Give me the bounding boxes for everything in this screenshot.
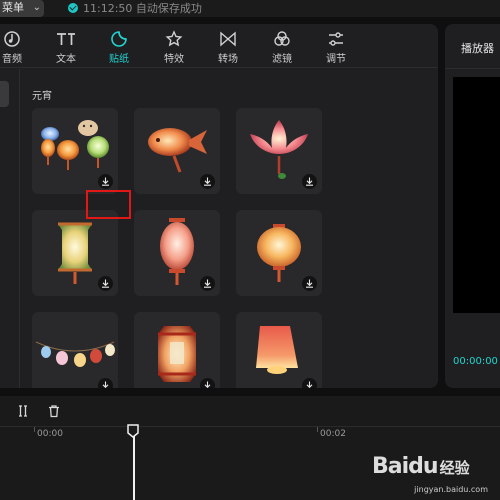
ruler-label: 00:00 [37,429,63,439]
sticker-green-hexagon-lantern[interactable] [32,210,118,296]
download-icon [306,381,313,388]
sticker-pink-oval-lantern[interactable] [134,210,220,296]
sticker-lantern-cluster[interactable] [32,108,118,194]
sticker-sky-lantern[interactable] [236,312,322,388]
tab-audio[interactable]: 音频 [0,30,32,66]
download-button[interactable] [98,174,113,189]
download-icon [204,279,211,288]
watermark-brand: Baidu [372,454,439,479]
download-button[interactable] [200,174,215,189]
player-divider [445,68,500,69]
playhead-handle-icon[interactable] [127,424,139,438]
sticker-koi-lantern[interactable] [134,108,220,194]
tab-adjust[interactable]: 调节 [316,30,356,66]
download-button[interactable] [302,174,317,189]
section-title: 元宵 [32,91,52,102]
sticker-string-of-lanterns[interactable] [32,312,118,388]
ruler-label: 00:02 [320,429,346,439]
resource-panel: 音频 文本 贴纸 特效 转场 滤镜 调节 元宵 [0,24,438,388]
download-button[interactable] [200,276,215,291]
download-button[interactable] [98,378,113,388]
tab-transition[interactable]: 转场 [208,30,248,66]
trash-icon [49,405,59,418]
menu-button[interactable]: 菜单 ⌄ [0,0,44,17]
tab-label: 转场 [218,54,238,65]
filter-icon [274,31,290,46]
download-highlight-box [86,190,131,219]
ruler-tick [34,427,35,432]
chevron-down-icon: ⌄ [32,2,41,13]
sticker-round-orange-lantern[interactable] [236,210,322,296]
tab-label: 贴纸 [109,54,129,65]
category-sidebar [0,69,20,388]
download-button[interactable] [98,276,113,291]
sticker-icon [111,31,127,47]
palace-lantern-image [158,326,196,382]
player-timecode: 00:00:00 [453,356,498,367]
download-button[interactable] [200,378,215,388]
category-tabs: 音频 文本 贴纸 特效 转场 滤镜 调节 [0,24,438,68]
download-icon [204,177,211,186]
tab-label: 音频 [2,54,22,65]
download-icon [102,279,109,288]
string-of-lanterns-image [35,341,115,367]
check-circle-icon [68,3,78,13]
tab-sticker[interactable]: 贴纸 [99,30,139,66]
autosave-status: 11:12:50 自动保存成功 [68,1,202,16]
sidebar-selected-item[interactable] [0,81,9,107]
time-ruler[interactable]: 00:00 00:02 [0,426,500,440]
music-note-icon [4,31,20,47]
split-icon [19,405,27,417]
watermark-cn: 经验 [439,459,470,477]
sticker-palace-lantern[interactable] [134,312,220,388]
ruler-tick [317,427,318,432]
tab-label: 滤镜 [272,54,292,65]
split-button[interactable] [16,403,30,422]
download-icon [102,381,109,388]
autosave-text: 11:12:50 自动保存成功 [83,2,202,15]
sky-lantern-image [256,326,298,374]
text-icon [57,33,75,45]
timeline-panel: 00:00 00:02 Baidu 经验 jingyan.baidu.com [0,396,500,500]
baidu-jingyan-watermark: Baidu 经验 jingyan.baidu.com [372,454,492,494]
download-icon [204,381,211,388]
download-button[interactable] [302,378,317,388]
timeline-toolbar [0,396,500,424]
transition-icon [220,31,236,47]
menu-label: 菜单 [2,1,24,14]
tab-effects[interactable]: 特效 [154,30,194,66]
watermark-url: jingyan.baidu.com [414,485,488,494]
effects-icon [165,30,183,47]
player-title: 播放器 [461,42,494,55]
top-bar: 菜单 ⌄ 11:12:50 自动保存成功 [0,0,500,17]
tab-filter[interactable]: 滤镜 [262,30,302,66]
player-panel: 播放器 00:00:00 [445,24,500,388]
tab-label: 调节 [326,54,346,65]
delete-button[interactable] [47,403,61,422]
tab-text[interactable]: 文本 [46,30,86,66]
download-icon [306,177,313,186]
tab-label: 文本 [56,54,76,65]
player-screen[interactable] [453,77,500,313]
download-icon [102,177,109,186]
tab-label: 特效 [164,54,184,65]
sticker-lotus-lantern[interactable] [236,108,322,194]
download-button[interactable] [302,276,317,291]
adjust-icon [329,32,343,46]
download-icon [306,279,313,288]
